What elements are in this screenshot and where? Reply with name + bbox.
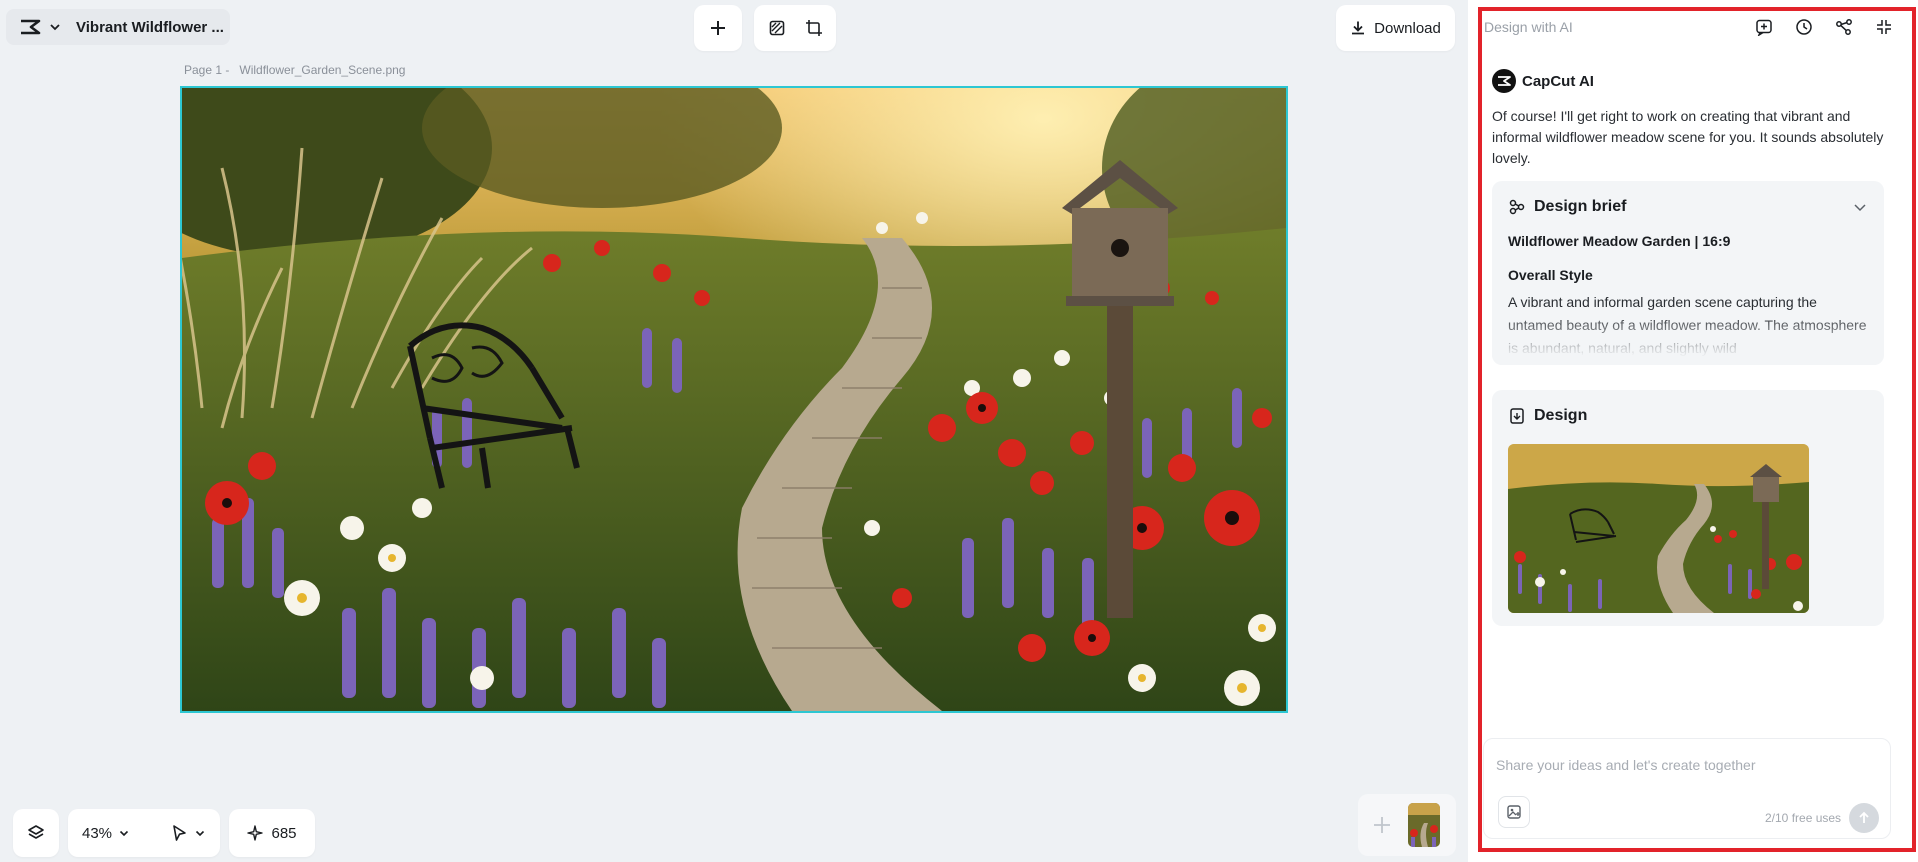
- page-label: Page 1 -: [184, 63, 230, 77]
- prompt-input[interactable]: [1496, 753, 1876, 777]
- page-caption: Page 1 - Wildflower_Garden_Scene.png: [184, 63, 405, 77]
- chevron-down-icon: [48, 20, 62, 34]
- ai-sender: CapCut AI: [1492, 69, 1594, 93]
- design-brief-card: Design brief Wildflower Meadow Garden | …: [1492, 181, 1884, 365]
- capcut-logo-icon: [1492, 69, 1516, 93]
- add-toolbar: [694, 5, 742, 51]
- plus-icon: [1374, 817, 1390, 833]
- zoom-controls: 43%: [68, 809, 220, 857]
- design-brief-header[interactable]: Design brief: [1508, 195, 1868, 219]
- download-label: Download: [1374, 19, 1441, 37]
- new-chat-icon: [1756, 19, 1772, 36]
- design-brief-icon: [1509, 199, 1525, 215]
- collapse-icon: [1877, 20, 1891, 34]
- ai-name-label: CapCut AI: [1522, 72, 1594, 90]
- layers-icon: [28, 825, 44, 839]
- ai-message: Of course! I'll get right to work on cre…: [1492, 108, 1884, 166]
- plus-icon: [711, 21, 725, 35]
- pages-strip: [1358, 794, 1456, 856]
- design-result-thumbnail[interactable]: [1508, 444, 1809, 613]
- canvas-image[interactable]: [180, 86, 1288, 713]
- add-button[interactable]: [700, 10, 736, 46]
- file-name: Wildflower_Garden_Scene.png: [239, 63, 406, 77]
- panel-actions: [1752, 15, 1904, 39]
- new-chat-button[interactable]: [1752, 15, 1776, 39]
- resize-button[interactable]: [796, 10, 832, 46]
- ai-panel-header: Design with AI: [1484, 12, 1904, 42]
- attach-image-button[interactable]: [1498, 796, 1530, 828]
- attach-image-icon: [1507, 805, 1521, 819]
- fade-overlay: [1492, 313, 1884, 365]
- remove-background-button[interactable]: [759, 10, 795, 46]
- panel-title: Design with AI: [1484, 19, 1573, 35]
- design-title: Design: [1534, 407, 1588, 424]
- design-brief-subtitle: Wildflower Meadow Garden | 16:9: [1508, 233, 1731, 249]
- overall-style-title: Overall Style: [1508, 267, 1593, 283]
- page-thumbnail[interactable]: [1408, 803, 1440, 847]
- project-menu[interactable]: Vibrant Wildflower ...: [6, 9, 230, 45]
- collapse-button[interactable]: [1872, 15, 1896, 39]
- remove-background-icon: [769, 20, 784, 36]
- pointer-icon: [173, 825, 186, 841]
- download-button[interactable]: Download: [1336, 5, 1455, 51]
- history-icon: [1796, 19, 1812, 35]
- send-button[interactable]: [1849, 803, 1879, 833]
- chat-composer: 2/10 free uses: [1483, 738, 1891, 839]
- sparkle-icon: [247, 825, 264, 841]
- send-arrow-icon: [1859, 811, 1869, 823]
- garden-scene-image: [182, 88, 1286, 711]
- design-brief-title: Design brief: [1534, 198, 1627, 215]
- capcut-logo-icon: [18, 15, 42, 39]
- pointer-tool-dropdown[interactable]: [170, 824, 206, 842]
- layers-button[interactable]: [13, 809, 59, 857]
- download-icon: [1352, 21, 1365, 35]
- add-page-button[interactable]: [1366, 803, 1398, 847]
- chevron-down-icon: [195, 830, 205, 837]
- project-title[interactable]: Vibrant Wildflower ...: [76, 19, 224, 36]
- credits-button[interactable]: 685: [229, 809, 315, 857]
- history-button[interactable]: [1792, 15, 1816, 39]
- design-card: Design: [1492, 390, 1884, 626]
- free-uses-counter: 2/10 free uses: [1765, 811, 1842, 825]
- chevron-down-icon: [119, 830, 129, 837]
- share-icon: [1836, 19, 1852, 35]
- zoom-value: 43%: [82, 824, 113, 842]
- edit-toolbar: [754, 5, 836, 51]
- zoom-dropdown[interactable]: 43%: [82, 825, 130, 842]
- design-header: Design: [1508, 404, 1868, 428]
- design-icon: [1510, 408, 1524, 424]
- share-button[interactable]: [1832, 15, 1856, 39]
- chevron-down-icon[interactable]: [1852, 199, 1868, 215]
- credits-value: 685: [271, 824, 297, 842]
- resize-icon: [805, 20, 822, 36]
